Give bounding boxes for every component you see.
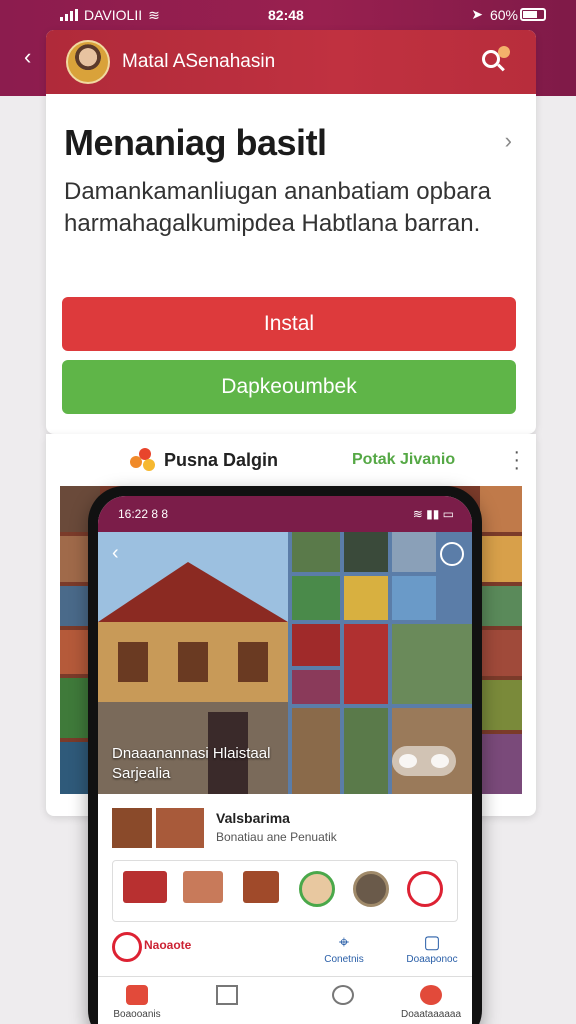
header-title: Matal ASenahasin <box>122 51 276 72</box>
clock: 82:48 <box>268 7 304 23</box>
category-icon-3[interactable] <box>243 871 279 903</box>
tab-store[interactable]: Boaooanis <box>102 985 172 1020</box>
app-description: Damankamanliugan ananbatiam opbara harma… <box>64 178 491 237</box>
wifi-icon: ≋ <box>148 6 160 23</box>
back-arrow-icon[interactable]: ‹ <box>24 44 31 70</box>
action1-label[interactable]: Conetnis <box>314 954 374 965</box>
card-header: Matal ASenahasin <box>46 30 536 94</box>
search-icon <box>332 985 354 1005</box>
battery-percent: 60% <box>489 6 518 23</box>
bottom-tab-bar: Boaooanis Doaataaaaaa <box>98 976 472 1024</box>
carrier-label: DAVIOLII <box>84 7 143 23</box>
battery-icon <box>520 8 546 21</box>
phone-status-time: 16:22 8 8 <box>118 507 169 521</box>
phone-status-bar: 16:22 8 8 ≋ ▮▮ ▭ <box>98 496 472 532</box>
item-title: Valsbarima <box>216 810 290 826</box>
caption-line1: Dnaaanannasi Hlaistaal <box>112 745 271 762</box>
store-icon <box>126 985 148 1005</box>
phone-back-icon[interactable]: ‹ <box>112 542 119 565</box>
category-icon-1[interactable] <box>123 871 167 903</box>
search-icon[interactable] <box>480 46 510 76</box>
notification-dot <box>498 46 510 58</box>
item-subtitle: Bonatiau ane Penuatik <box>216 830 337 844</box>
chat-toggle[interactable] <box>392 746 456 776</box>
avatar[interactable] <box>66 40 110 84</box>
brand-link[interactable]: Potak Jivanio <box>352 451 455 469</box>
brand-action-row: Naoaote ⌖ Conetnis ▢ Doaaponoc <box>98 924 472 974</box>
tab-profile[interactable]: Doaataaaaaa <box>396 985 466 1020</box>
phone-mockup: 16:22 8 8 ≋ ▮▮ ▭ ‹ Dnaaanannasi Hlaistaa… <box>88 486 482 1024</box>
bubble-icon <box>431 754 449 768</box>
chat-icon <box>399 754 417 768</box>
chevron-right-icon[interactable]: › <box>505 128 512 154</box>
home-icon <box>216 985 238 1005</box>
action2-label[interactable]: Doaaponoc <box>402 954 462 965</box>
target-icon[interactable] <box>407 871 443 907</box>
tab-label: Boaooanis <box>113 1009 161 1020</box>
tab-home[interactable] <box>192 985 262 1009</box>
status-bar: DAVIOLII ≋ 82:48 ➤ 60% <box>0 0 576 30</box>
location-icon: ➤ <box>471 6 483 22</box>
brand-logo-icon <box>130 448 156 472</box>
thumbnail-2[interactable] <box>156 808 204 848</box>
brand-name: Pusna Dalgin <box>164 450 279 470</box>
tab-search[interactable] <box>308 985 378 1009</box>
profile-circle-1[interactable] <box>299 871 335 907</box>
secondary-action-button[interactable]: Dapkeoumbek <box>62 360 516 414</box>
caption-line2: Sarjealia <box>112 765 171 782</box>
brand-text: Naoaote <box>144 938 192 952</box>
more-vertical-icon[interactable]: · · · <box>513 442 520 478</box>
app-detail-card: Matal ASenahasin Menaniag basitl › Daman… <box>46 30 536 434</box>
install-button[interactable]: Instal <box>62 297 516 351</box>
profile-circle-2[interactable] <box>353 871 389 907</box>
icon-strip <box>112 860 458 922</box>
page-title: Menaniag basitl <box>64 122 327 163</box>
profile-icon <box>420 985 442 1005</box>
app-logo-icon <box>112 932 142 962</box>
signal-icon <box>60 9 78 21</box>
thumbnail-1[interactable] <box>112 808 152 848</box>
settings-icon[interactable] <box>440 542 464 566</box>
hero-caption: Dnaaanannasi Hlaistaal Sarjealia <box>112 744 270 784</box>
hero-gallery[interactable]: ‹ Dnaaanannasi Hlaistaal Sarjealia <box>98 532 472 794</box>
category-icon-2[interactable] <box>183 871 223 903</box>
phone-status-icons: ≋ ▮▮ ▭ <box>412 507 454 521</box>
tab-label: Doaataaaaaa <box>400 1009 462 1020</box>
source-header: Pusna Dalgin Potak Jivanio · · · <box>46 434 536 486</box>
phone-screen: 16:22 8 8 ≋ ▮▮ ▭ ‹ Dnaaanannasi Hlaistaa… <box>98 496 472 1024</box>
